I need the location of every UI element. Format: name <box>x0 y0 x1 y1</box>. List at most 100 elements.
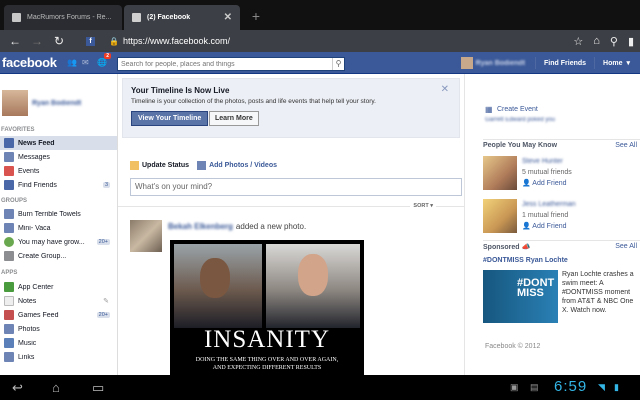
home-icon[interactable]: ⌂ <box>52 380 60 395</box>
profile-name-blurred: Ryan Bodiendt <box>32 99 82 107</box>
sidebar-item-notes[interactable]: Notes ✎ <box>0 294 117 308</box>
footer-copyright: Facebook © 2012 <box>485 343 541 350</box>
ad-title[interactable]: #DONTMISS Ryan Lochte <box>483 257 568 264</box>
macrumors-favicon-icon <box>12 13 21 22</box>
facebook-logo[interactable]: facebook <box>2 55 57 70</box>
close-tab-icon[interactable]: ✕ <box>224 12 232 23</box>
profile-link[interactable]: Ryan Bodiendt <box>2 90 81 116</box>
add-friend-icon: 👤 <box>522 180 531 187</box>
close-icon[interactable]: ✕ <box>441 84 449 95</box>
group-icon <box>4 223 14 233</box>
sidebar-item-news-feed[interactable]: News Feed <box>0 136 117 150</box>
sidebar-item-find-friends[interactable]: Find Friends 3 <box>0 178 117 192</box>
recent-apps-icon[interactable]: ▭ <box>92 380 104 396</box>
sidebar-item-app-center[interactable]: App Center <box>0 280 117 294</box>
status-icon <box>130 161 139 170</box>
system-nav-bar: ↩ ⌂ ▭ ▣ ▤ 6:59 ◥ ▮ <box>0 375 640 400</box>
site-favicon-icon: f <box>86 36 95 46</box>
meme-caption-line: DOING THE SAME THING OVER AND OVER AGAIN… <box>195 357 339 363</box>
forward-icon[interactable]: → <box>26 34 48 48</box>
lock-icon: 🔒 <box>109 36 119 46</box>
notes-icon <box>4 296 14 306</box>
search-input[interactable] <box>118 58 332 70</box>
mutual-friends[interactable]: 1 mutual friend <box>522 212 568 219</box>
sidebar-item-create-group[interactable]: Create Group... <box>0 249 117 263</box>
back-icon[interactable]: ← <box>4 34 26 48</box>
sidebar-item-events[interactable]: Events <box>0 164 117 178</box>
sidebar-item-messages[interactable]: Messages <box>0 150 117 164</box>
find-friends-link[interactable]: Find Friends <box>544 60 586 67</box>
account-menu-icon[interactable]: ▾ <box>626 59 630 67</box>
tab-macrumors[interactable]: MacRumors Forums - Re... <box>4 5 122 30</box>
view-timeline-button[interactable]: View Your Timeline <box>131 111 209 126</box>
create-event-link[interactable]: ▦ Create Event <box>485 105 538 114</box>
status-composer-input[interactable]: What's on your mind? <box>130 178 462 196</box>
chevron-down-icon: ▾ <box>430 203 433 209</box>
reload-icon[interactable]: ↻ <box>48 34 70 48</box>
avatar[interactable] <box>130 220 162 252</box>
new-tab-icon[interactable]: + <box>248 8 264 24</box>
person-name-blurred[interactable]: Steve Hunter <box>522 158 563 165</box>
search-icon[interactable]: ⚲ <box>610 35 618 48</box>
bookmarks-icon[interactable]: ▮ <box>628 35 634 48</box>
photo-icon <box>197 161 207 170</box>
bookmark-star-icon[interactable]: ☆ <box>573 35 583 48</box>
sidebar-item-label: Links <box>18 353 35 361</box>
facebook-header: facebook 👥 ✉ 🌐2 ⚲ Ryan Bodiendt Find Fri… <box>0 52 640 74</box>
calendar-icon: ▦ <box>485 105 493 114</box>
sidebar-item-photos[interactable]: Photos <box>0 322 117 336</box>
games-icon <box>4 310 14 320</box>
wifi-icon: ◥ <box>598 382 605 392</box>
ad-image[interactable]: #DONT MISS <box>483 270 558 323</box>
header-right: Ryan Bodiendt Find Friends Home ▾ <box>460 56 630 70</box>
groups-heading: GROUPS <box>1 198 28 204</box>
story-author-blurred[interactable]: Bekah Elkenberg <box>168 222 233 231</box>
add-friend-button[interactable]: 👤 Add Friend <box>522 179 567 187</box>
story-photo[interactable]: INSANITY DOING THE SAME THING OVER AND O… <box>170 240 364 375</box>
see-all-link[interactable]: See All <box>615 243 637 250</box>
sidebar-item-links[interactable]: Links <box>0 350 117 364</box>
photo-panel-left <box>174 244 262 328</box>
pymk-item: Steve Hunter 5 mutual friends 👤 Add Frie… <box>483 156 633 190</box>
music-icon <box>4 338 14 348</box>
update-status-tab[interactable]: Update Status <box>130 161 189 170</box>
pencil-icon[interactable]: ✎ <box>103 297 109 305</box>
home-icon[interactable]: ⌂ <box>593 35 600 47</box>
sidebar-item-label: Burn Terrible Towels <box>18 210 81 218</box>
sidebar-item-music[interactable]: Music <box>0 336 117 350</box>
friend-requests-icon[interactable]: 👥 <box>67 58 77 67</box>
sidebar-item-group[interactable]: Mini- Vaca <box>0 221 117 235</box>
sort-menu[interactable]: SORT ▾ <box>410 203 436 209</box>
messages-icon[interactable]: ✉ <box>82 58 92 67</box>
mutual-friends[interactable]: 5 mutual friends <box>522 169 572 176</box>
person-name-blurred[interactable]: Jess Leatherman <box>522 201 576 208</box>
sidebar-item-group[interactable]: Burn Terrible Towels <box>0 207 117 221</box>
address-bar[interactable]: f 🔒 https://www.facebook.com/ <box>86 33 230 49</box>
add-friend-button[interactable]: 👤 Add Friend <box>522 222 567 230</box>
user-name-blurred[interactable]: Ryan Bodiendt <box>476 60 525 67</box>
tab-facebook[interactable]: (2) Facebook ✕ <box>124 5 240 30</box>
avatar[interactable] <box>483 156 517 190</box>
promo-description: Timeline is your collection of the photo… <box>131 98 376 105</box>
event-item-blurred[interactable]: Garrett Edward poked you <box>485 117 555 123</box>
url-text[interactable]: https://www.facebook.com/ <box>123 36 230 46</box>
clock: 6:59 <box>554 378 588 395</box>
learn-more-button[interactable]: Learn More <box>209 111 259 126</box>
back-icon[interactable]: ↩ <box>12 380 23 396</box>
avatar[interactable] <box>483 199 517 233</box>
divider <box>535 57 537 69</box>
see-all-link[interactable]: See All <box>615 142 637 149</box>
photo-panel-right <box>266 244 360 328</box>
avatar[interactable] <box>460 57 473 69</box>
sidebar-item-group[interactable]: You may have grow... 20+ <box>0 235 117 249</box>
notifications-icon[interactable]: 🌐 2 <box>97 53 111 67</box>
home-link[interactable]: Home <box>603 60 622 67</box>
download-icon: ▤ <box>530 382 539 392</box>
sidebar-item-games-feed[interactable]: Games Feed 20+ <box>0 308 117 322</box>
ad-image-text: #DONT MISS <box>517 277 555 299</box>
sidebar-item-label: Games Feed <box>18 311 59 319</box>
add-photos-tab[interactable]: Add Photos / Videos <box>197 161 277 170</box>
create-group-icon <box>4 251 14 261</box>
browser-tab-strip: MacRumors Forums - Re... (2) Facebook ✕ … <box>0 0 640 30</box>
search-icon[interactable]: ⚲ <box>332 58 344 70</box>
